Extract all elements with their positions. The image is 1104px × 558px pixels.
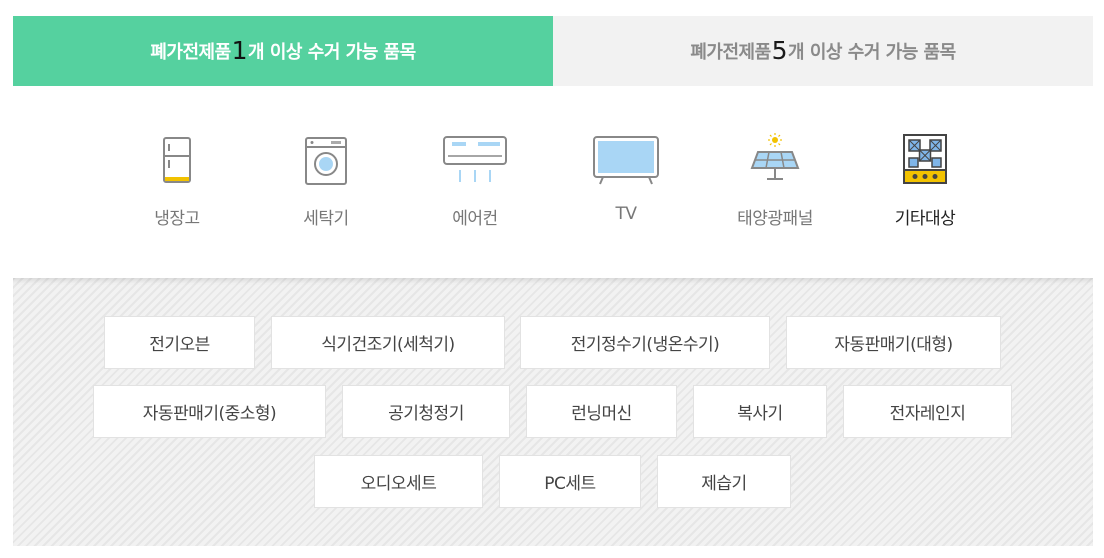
item-chip[interactable]: 자동판매기(대형)	[786, 316, 1001, 369]
tab-number: 1	[231, 35, 248, 65]
category-air-conditioner[interactable]: 에어컨	[410, 132, 540, 242]
category-others[interactable]: 기타대상	[860, 132, 990, 242]
category-label: 기타대상	[890, 204, 959, 229]
category-tv[interactable]: TV	[561, 132, 691, 242]
stove-icon	[903, 134, 947, 184]
air-conditioner-icon	[443, 136, 507, 182]
item-chip[interactable]: 전기정수기(냉온수기)	[520, 316, 770, 369]
tab-number: 5	[771, 35, 788, 65]
item-chip[interactable]: 전자레인지	[843, 385, 1012, 438]
item-chip[interactable]: PC세트	[499, 455, 641, 508]
solar-panel-icon	[750, 133, 800, 180]
refrigerator-icon	[163, 137, 191, 183]
washing-machine-icon	[305, 137, 347, 185]
category-washing-machine[interactable]: 세탁기	[261, 132, 391, 242]
tab-suffix: 개 이상 수거 가능 품목	[788, 42, 956, 63]
item-chip[interactable]: 자동판매기(중소형)	[93, 385, 326, 438]
item-chip[interactable]: 전기오븐	[104, 316, 255, 369]
tab-one-or-more[interactable]: 폐가전제품 1 개 이상 수거 가능 품목	[13, 16, 553, 86]
tab-bar: 폐가전제품 1 개 이상 수거 가능 품목 폐가전제품 5 개 이상 수거 가능…	[13, 16, 1093, 86]
category-solar-panel[interactable]: 태양광패널	[710, 132, 840, 242]
category-refrigerator[interactable]: 냉장고	[112, 132, 242, 242]
item-chip[interactable]: 식기건조기(세척기)	[271, 316, 505, 369]
item-chip[interactable]: 공기청정기	[342, 385, 510, 438]
category-label: 태양광패널	[737, 209, 813, 229]
tab-prefix: 폐가전제품	[690, 42, 771, 63]
item-chip[interactable]: 오디오세트	[314, 455, 483, 508]
category-label: TV	[615, 204, 637, 224]
tab-suffix: 개 이상 수거 가능 품목	[248, 42, 416, 63]
category-label: 냉장고	[154, 209, 200, 229]
tv-icon	[593, 136, 659, 185]
tab-prefix: 폐가전제품	[150, 42, 231, 63]
item-chip[interactable]: 제습기	[657, 455, 791, 508]
item-panel: 전기오븐 식기건조기(세척기) 전기정수기(냉온수기) 자동판매기(대형) 자동…	[13, 278, 1093, 546]
category-label: 세탁기	[303, 209, 349, 229]
top-strip	[0, 0, 1104, 16]
category-label: 에어컨	[452, 209, 498, 229]
item-chip[interactable]: 복사기	[693, 385, 827, 438]
tab-five-or-more[interactable]: 폐가전제품 5 개 이상 수거 가능 품목	[553, 16, 1093, 86]
category-list: 냉장고 세탁기 에어컨 TV 태양광패널 기타대상	[13, 86, 1093, 278]
item-chip[interactable]: 런닝머신	[526, 385, 677, 438]
